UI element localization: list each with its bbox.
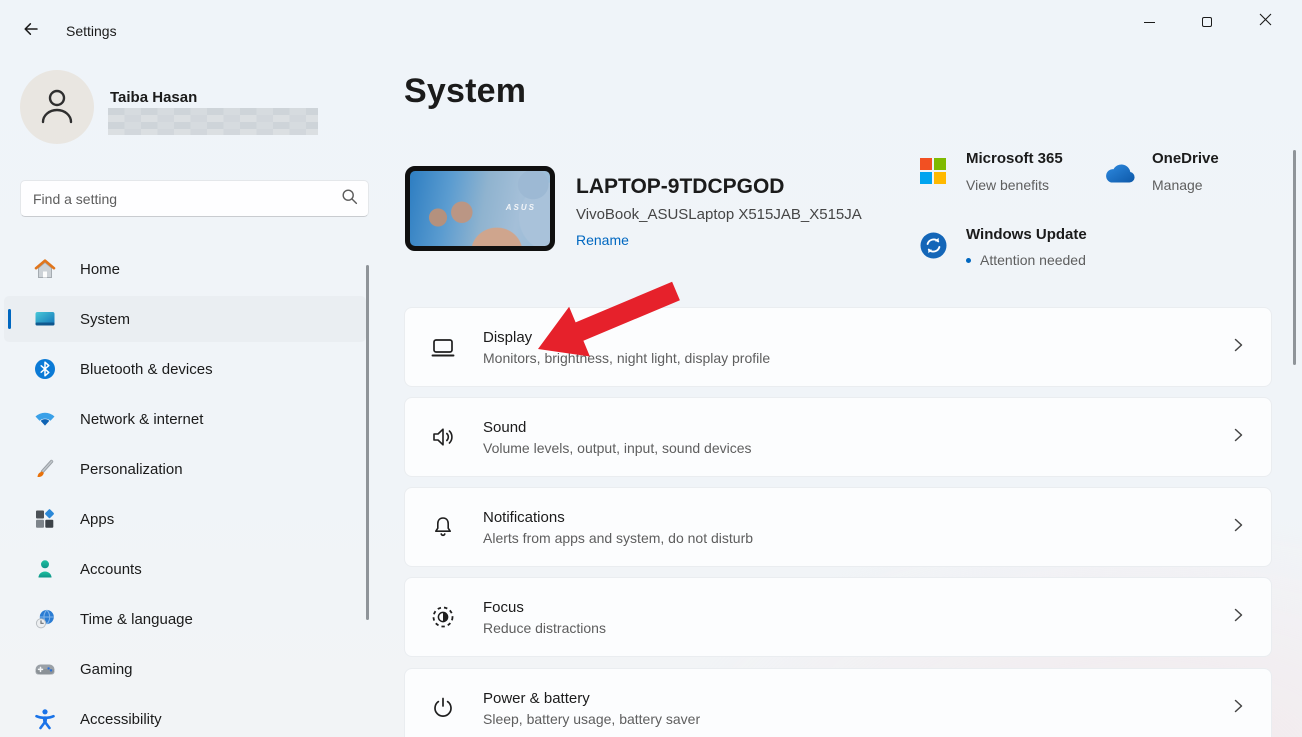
sidebar-item-label: Bluetooth & devices — [80, 361, 213, 378]
maximize-button[interactable] — [1178, 0, 1236, 44]
sidebar-item-label: System — [80, 311, 130, 328]
microsoft365-title[interactable]: Microsoft 365 — [966, 150, 1063, 167]
sidebar-item-apps[interactable]: Apps — [4, 496, 366, 542]
chevron-right-icon — [1231, 428, 1245, 447]
sidebar-nav: Home System Bluetooth & devices Network … — [4, 246, 366, 737]
profile-name[interactable]: Taiba Hasan — [110, 89, 197, 106]
search-icon[interactable] — [341, 188, 358, 210]
sidebar-item-accessibility[interactable]: Accessibility — [4, 696, 366, 737]
chevron-right-icon — [1231, 338, 1245, 357]
card-subtitle: Volume levels, output, input, sound devi… — [483, 440, 1231, 456]
device-thumbnail: ASUS — [405, 166, 555, 251]
sidebar-item-label: Home — [80, 261, 120, 278]
search-box — [20, 180, 369, 217]
time-language-icon — [32, 606, 58, 632]
sidebar-item-system[interactable]: System — [4, 296, 366, 342]
card-display[interactable]: Display Monitors, brightness, night ligh… — [404, 307, 1272, 387]
rename-link[interactable]: Rename — [576, 232, 629, 248]
card-text: Sound Volume levels, output, input, soun… — [483, 419, 1231, 456]
status-dot-icon — [966, 258, 971, 263]
back-button[interactable] — [16, 16, 46, 46]
sidebar-item-accounts[interactable]: Accounts — [4, 546, 366, 592]
sidebar-item-gaming[interactable]: Gaming — [4, 646, 366, 692]
device-brand-logo: ASUS — [506, 203, 536, 212]
home-icon — [32, 256, 58, 282]
chevron-right-icon — [1231, 518, 1245, 537]
windows-update-status-text: Attention needed — [980, 252, 1086, 268]
sidebar-item-bluetooth-devices[interactable]: Bluetooth & devices — [4, 346, 366, 392]
windows-update-title[interactable]: Windows Update — [966, 226, 1087, 243]
minimize-icon — [1144, 22, 1155, 23]
window-controls — [1120, 0, 1294, 48]
windows-update-status: Attention needed — [966, 252, 1086, 268]
sidebar-item-label: Time & language — [80, 611, 193, 628]
chevron-right-icon — [1231, 699, 1245, 718]
network-icon — [32, 406, 58, 432]
card-power-battery[interactable]: Power & battery Sleep, battery usage, ba… — [404, 668, 1272, 737]
card-text: Display Monitors, brightness, night ligh… — [483, 329, 1231, 366]
system-icon — [32, 306, 58, 332]
display-icon — [429, 333, 457, 361]
device-model: VivoBook_ASUSLaptop X515JAB_X515JA — [576, 206, 862, 223]
card-text: Notifications Alerts from apps and syste… — [483, 509, 1231, 546]
chevron-right-icon — [1231, 608, 1245, 627]
sound-icon — [429, 423, 457, 451]
card-title: Sound — [483, 419, 1231, 436]
accounts-icon — [32, 556, 58, 582]
settings-window: { "titlebar": { "title": "Settings" }, "… — [0, 0, 1302, 737]
sidebar-item-personalization[interactable]: Personalization — [4, 446, 366, 492]
sidebar-item-label: Accounts — [80, 561, 142, 578]
accessibility-icon — [32, 706, 58, 732]
card-title: Notifications — [483, 509, 1231, 526]
device-name: LAPTOP-9TDCPGOD — [576, 175, 784, 199]
person-icon — [34, 82, 80, 133]
notifications-icon — [429, 513, 457, 541]
close-icon — [1259, 13, 1272, 31]
card-focus[interactable]: Focus Reduce distractions — [404, 577, 1272, 657]
focus-icon — [429, 603, 457, 631]
card-title: Display — [483, 329, 1231, 346]
sidebar-item-label: Gaming — [80, 661, 133, 678]
profile-email-redacted — [108, 108, 318, 135]
sidebar-scrollbar[interactable] — [366, 265, 369, 620]
apps-icon — [32, 506, 58, 532]
card-sound[interactable]: Sound Volume levels, output, input, soun… — [404, 397, 1272, 477]
maximize-icon — [1202, 17, 1212, 27]
close-button[interactable] — [1236, 0, 1294, 44]
personalization-icon — [32, 456, 58, 482]
windows-update-icon — [920, 232, 947, 259]
microsoft-logo-icon — [920, 158, 946, 184]
card-text: Power & battery Sleep, battery usage, ba… — [483, 690, 1231, 727]
sidebar-item-time-language[interactable]: Time & language — [4, 596, 366, 642]
sidebar-item-network-internet[interactable]: Network & internet — [4, 396, 366, 442]
card-title: Focus — [483, 599, 1231, 616]
page-title: System — [404, 72, 526, 111]
card-subtitle: Monitors, brightness, night light, displ… — [483, 350, 1231, 366]
microsoft365-link[interactable]: View benefits — [966, 177, 1049, 193]
sidebar-item-label: Apps — [80, 511, 114, 528]
card-text: Focus Reduce distractions — [483, 599, 1231, 636]
window-title: Settings — [66, 23, 117, 39]
sidebar-item-label: Network & internet — [80, 411, 203, 428]
titlebar: Settings — [0, 0, 1302, 48]
main-scrollbar[interactable] — [1293, 150, 1296, 365]
sidebar-item-home[interactable]: Home — [4, 246, 366, 292]
search-input[interactable] — [33, 191, 341, 207]
card-subtitle: Sleep, battery usage, battery saver — [483, 711, 1231, 727]
back-arrow-icon — [22, 20, 40, 43]
card-subtitle: Reduce distractions — [483, 620, 1231, 636]
card-title: Power & battery — [483, 690, 1231, 707]
card-subtitle: Alerts from apps and system, do not dist… — [483, 530, 1231, 546]
card-notifications[interactable]: Notifications Alerts from apps and syste… — [404, 487, 1272, 567]
minimize-button[interactable] — [1120, 0, 1178, 44]
bluetooth-icon — [32, 356, 58, 382]
sidebar-item-label: Accessibility — [80, 711, 162, 728]
gaming-icon — [32, 656, 58, 682]
onedrive-title[interactable]: OneDrive — [1152, 150, 1219, 167]
onedrive-icon — [1102, 162, 1138, 191]
onedrive-link[interactable]: Manage — [1152, 177, 1203, 193]
sidebar-item-label: Personalization — [80, 461, 183, 478]
power-icon — [429, 694, 457, 722]
avatar[interactable] — [20, 70, 94, 144]
